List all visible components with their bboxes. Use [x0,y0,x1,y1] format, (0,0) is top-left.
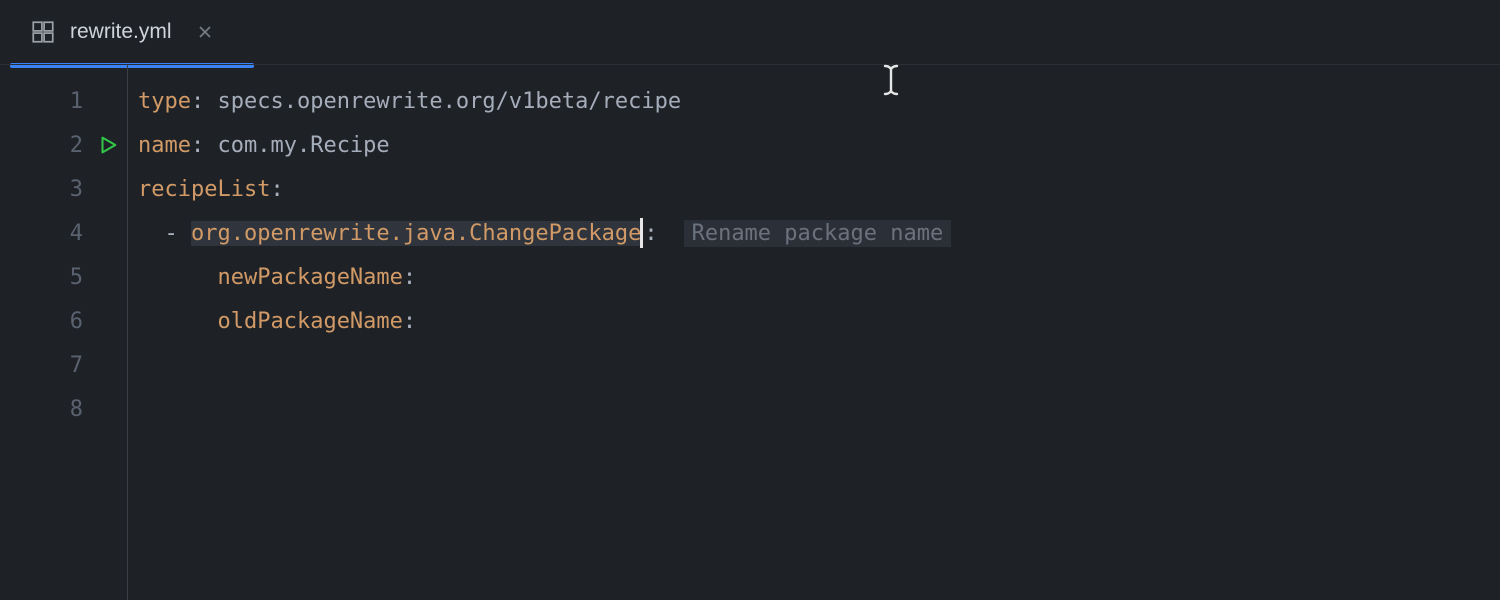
code-line[interactable] [138,343,1500,387]
code-line[interactable]: - org.openrewrite.java.ChangePackage:Ren… [138,211,1500,255]
tab-rewrite-yml[interactable]: rewrite.yml [0,0,232,64]
line-number-gutter: 1 2 3 4 5 6 7 8 [0,65,128,600]
line-number: 5 [0,255,127,299]
code-editor[interactable]: 1 2 3 4 5 6 7 8 type: specs.openrewrite.… [0,64,1500,600]
line-number: 6 [0,299,127,343]
caret [640,218,643,248]
line-number: 8 [0,387,127,431]
code-line[interactable] [138,387,1500,431]
code-area[interactable]: type: specs.openrewrite.org/v1beta/recip… [128,65,1500,600]
line-number: 3 [0,167,127,211]
line-number: 1 [0,79,127,123]
tab-bar: rewrite.yml [0,0,1500,64]
inline-hint: Rename package name [684,220,952,247]
line-number: 7 [0,343,127,387]
yaml-file-icon [30,19,56,45]
code-line[interactable]: recipeList: [138,167,1500,211]
code-line[interactable]: name: com.my.Recipe [138,123,1500,167]
code-line[interactable]: oldPackageName: [138,299,1500,343]
close-icon[interactable] [196,23,214,41]
line-number: 4 [0,211,127,255]
code-line[interactable]: type: specs.openrewrite.org/v1beta/recip… [138,79,1500,123]
code-line[interactable]: newPackageName: [138,255,1500,299]
line-number: 2 [0,123,127,167]
tab-label: rewrite.yml [70,20,172,44]
run-gutter-icon[interactable] [97,134,119,156]
